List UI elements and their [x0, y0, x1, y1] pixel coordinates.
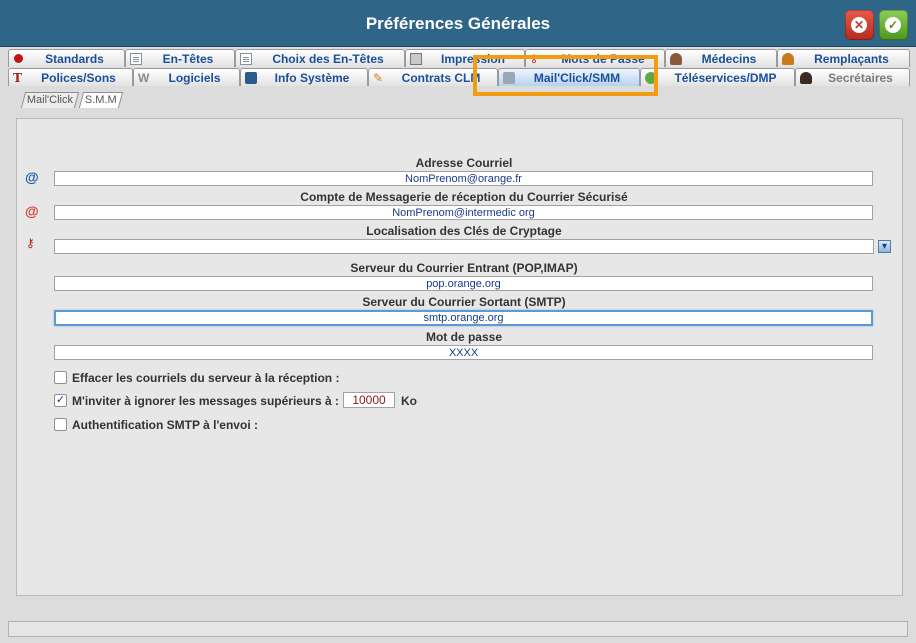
- incoming-server-field[interactable]: [54, 276, 873, 291]
- size-unit-label: Ko: [401, 394, 417, 408]
- document-icon: [240, 53, 252, 65]
- mail-icon: [503, 72, 515, 84]
- font-icon: T: [13, 71, 22, 85]
- tab-impression[interactable]: Impression: [405, 49, 525, 67]
- ignore-large-checkbox[interactable]: ✓: [54, 394, 67, 407]
- outgoing-server-field[interactable]: [54, 310, 873, 326]
- delete-on-server-checkbox[interactable]: [54, 371, 67, 384]
- secure-account-field[interactable]: [54, 205, 873, 220]
- ok-button[interactable]: ✓: [879, 10, 908, 40]
- software-icon: W: [138, 71, 150, 85]
- tab-info-systeme[interactable]: Info Système: [240, 68, 368, 86]
- pencil-icon: ✎: [373, 71, 384, 85]
- secure-account-label: Compte de Messagerie de réception du Cou…: [300, 190, 628, 204]
- red-dot-icon: [14, 54, 23, 63]
- title-bar: Préférences Générales ✕ ✓: [0, 0, 916, 47]
- tab-mailclick-smm[interactable]: Mail'Click/SMM: [498, 68, 640, 86]
- delete-on-server-label: Effacer les courriels du serveur à la ré…: [72, 371, 340, 385]
- crypto-keys-field[interactable]: [54, 239, 874, 254]
- globe-icon: [645, 72, 657, 84]
- system-info-icon: [245, 72, 257, 84]
- secretary-icon: [800, 72, 812, 84]
- subtab-mailclick[interactable]: Mail'Click: [20, 92, 80, 108]
- outgoing-server-label: Serveur du Courrier Sortant (SMTP): [362, 295, 566, 309]
- cancel-icon: ✕: [853, 18, 865, 32]
- tab-row-1: Standards En-Têtes Choix des En-Têtes Im…: [8, 49, 910, 68]
- document-icon: [130, 53, 142, 65]
- doctor-icon: [670, 53, 682, 65]
- replacement-doctor-icon: [782, 53, 794, 65]
- crypto-keys-label: Localisation des Clés de Cryptage: [366, 224, 562, 238]
- email-label: Adresse Courriel: [415, 156, 513, 170]
- tab-secretaires[interactable]: Secrétaires: [795, 68, 910, 86]
- subtab-smm[interactable]: S.M.M: [78, 92, 123, 108]
- tab-contrats-clm[interactable]: ✎ Contrats CLM: [368, 68, 498, 86]
- email-field[interactable]: [54, 171, 873, 186]
- password-label: Mot de passe: [425, 330, 503, 344]
- incoming-server-label: Serveur du Courrier Entrant (POP,IMAP): [350, 261, 578, 275]
- at-sign-icon: @: [25, 203, 39, 219]
- smtp-auth-label: Authentification SMTP à l'envoi :: [72, 418, 258, 432]
- at-sign-icon: @: [25, 169, 39, 185]
- key-icon: ⚷: [26, 236, 35, 250]
- ignore-large-label: M'inviter à ignorer les messages supérie…: [72, 394, 339, 408]
- tab-logiciels[interactable]: W Logiciels: [133, 68, 240, 86]
- max-size-input[interactable]: 10000: [343, 392, 395, 408]
- ok-icon: ✓: [887, 18, 899, 32]
- password-field[interactable]: [54, 345, 873, 360]
- printer-icon: [410, 53, 422, 65]
- status-bar: [8, 621, 908, 637]
- cancel-button[interactable]: ✕: [845, 10, 874, 40]
- smtp-auth-checkbox[interactable]: [54, 418, 67, 431]
- tab-mots-de-passe[interactable]: ⚷ Mots de Passe: [525, 49, 665, 67]
- tab-medecins[interactable]: Médecins: [665, 49, 777, 67]
- tab-remplacants[interactable]: Remplaçants: [777, 49, 910, 67]
- tab-choix-en-tetes[interactable]: Choix des En-Têtes: [235, 49, 405, 67]
- key-icon: ⚷: [530, 53, 539, 65]
- tab-en-tetes[interactable]: En-Têtes: [125, 49, 235, 67]
- tab-teleservices-dmp[interactable]: Téléservices/DMP: [640, 68, 795, 86]
- browse-icon[interactable]: ▾: [878, 240, 891, 253]
- tab-row-2: T Polices/Sons W Logiciels Info Système …: [8, 68, 910, 87]
- tab-standards[interactable]: Standards: [8, 49, 125, 67]
- tab-polices-sons[interactable]: T Polices/Sons: [8, 68, 133, 86]
- window-title: Préférences Générales: [365, 14, 551, 33]
